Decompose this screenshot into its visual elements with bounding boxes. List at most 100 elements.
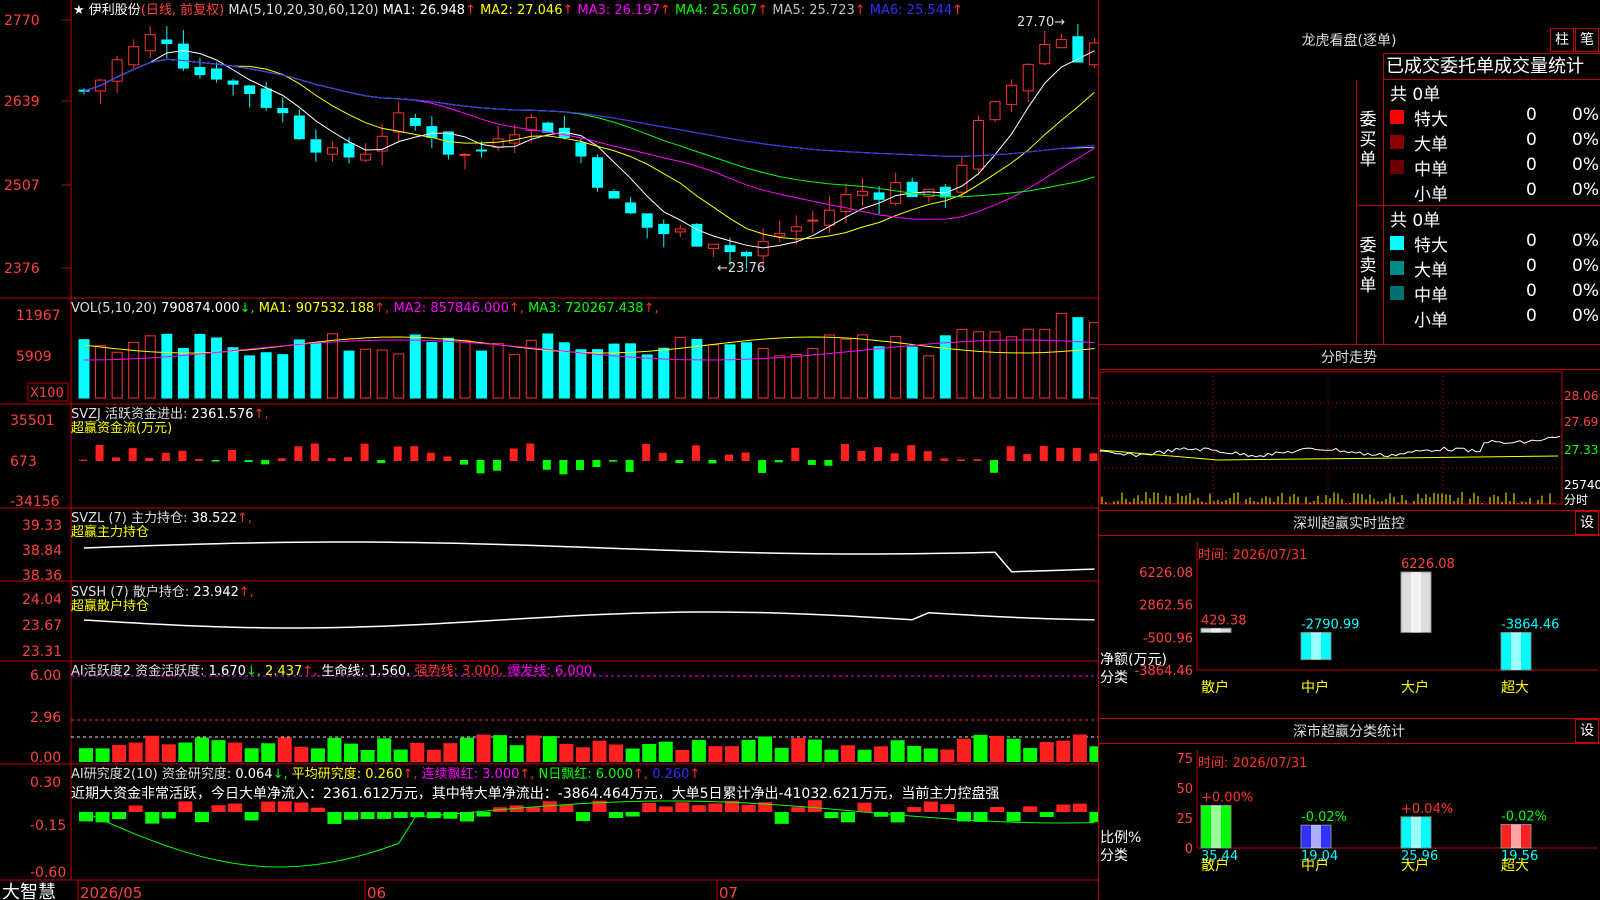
- ai1-bar: [244, 748, 259, 762]
- svzj-bar: [824, 460, 833, 466]
- lhb-row: 中单 0 0%: [1390, 155, 1600, 180]
- low-marker: ←23.76: [717, 261, 765, 276]
- category-bar-shine: [1511, 632, 1521, 670]
- price-axis-label: 2507: [4, 178, 40, 194]
- ai2-bar: [1006, 812, 1021, 822]
- ai2-bar: [1023, 806, 1038, 812]
- bar-label: +0.04%: [1401, 802, 1453, 817]
- svzj-bar: [393, 446, 402, 461]
- ai2-bar: [194, 812, 209, 823]
- candle-body: [674, 228, 686, 233]
- svzl-line: [83, 541, 1095, 573]
- ai1-bar: [493, 735, 508, 762]
- ai1-bar: [973, 734, 988, 762]
- candle-body: [128, 46, 140, 66]
- lhb-value: 0: [1526, 105, 1537, 125]
- vol-bar: [426, 342, 438, 399]
- ai2-bar: [128, 805, 143, 812]
- svzl-sub: 超赢主力持仓: [71, 524, 149, 540]
- candle-body: [575, 142, 587, 157]
- sz-class-settings-button[interactable]: 设: [1575, 719, 1599, 743]
- svzj-bar: [178, 450, 187, 461]
- ai2-bar: [774, 812, 789, 824]
- category-label: 中户: [1301, 857, 1329, 874]
- ai2-bar: [840, 812, 855, 823]
- vol-bar: [442, 337, 454, 399]
- chart-xlabel: 分类: [1100, 670, 1128, 686]
- ai2-bar: [807, 800, 822, 812]
- bar-label: -2790.99: [1301, 617, 1359, 632]
- svzj-bar: [923, 451, 932, 461]
- bar-label: -3864.46: [1501, 617, 1559, 632]
- chart-axis-label: 75: [1176, 752, 1193, 767]
- category-bar-shine: [1311, 825, 1321, 848]
- svzj-bar: [857, 450, 866, 461]
- lhb-name: 特大: [1414, 236, 1448, 256]
- category-bar-shine: [1511, 824, 1521, 848]
- candle-body: [111, 59, 123, 82]
- lhb-table: 委买单共 0单 特大 0 0% 大单 0 0% 中单 0 0% 小单 0 0% 委卖单共 0单 特大 0 0% 大…: [1356, 79, 1600, 345]
- ai2-bar: [211, 805, 226, 812]
- svzj-bar: [675, 460, 684, 463]
- svzj-bar: [194, 459, 203, 461]
- vol-bar: [409, 334, 421, 399]
- svzj-bar: [112, 457, 121, 461]
- price-axis-label: 2770: [4, 13, 40, 29]
- ai1-bar: [294, 746, 309, 762]
- bar-label: 429.38: [1201, 613, 1247, 628]
- svzj-bar: [807, 460, 816, 465]
- bar-label: +0.00%: [1201, 790, 1253, 805]
- lhb-row: 中单 0 0%: [1390, 281, 1600, 306]
- ai2-summary: 近期大资金非常活跃，今日大单净流入：2361.612万元，其中特大单净流出：-3…: [71, 785, 999, 802]
- ai1-bar: [310, 748, 325, 762]
- ai1-bar: [890, 740, 905, 762]
- ai2-bar: [1072, 803, 1087, 812]
- candle-body: [194, 66, 206, 76]
- ai2-bar: [95, 812, 110, 823]
- ma-header: ★ 伊利股份(日线, 前复权) MA(5,10,20,30,60,120) MA…: [73, 2, 963, 18]
- lhb-pct: 0%: [1572, 105, 1599, 125]
- candle-body: [376, 135, 388, 152]
- category-bar-shine: [1411, 816, 1421, 848]
- bar-mode-button[interactable]: 柱: [1550, 28, 1574, 52]
- ai1-bar: [228, 742, 243, 762]
- tick-mode-button[interactable]: 笔: [1575, 28, 1599, 52]
- lhb-name: 中单: [1414, 160, 1448, 180]
- lhb-name: 大单: [1414, 135, 1448, 155]
- svzj-bar: [658, 452, 667, 461]
- vol-bar: [326, 333, 338, 399]
- vol-bar: [260, 352, 272, 399]
- ai2-bar: [609, 812, 624, 818]
- svzj-bar: [377, 460, 386, 464]
- ai2-bar: [890, 812, 905, 823]
- svzj-bar: [609, 460, 618, 462]
- ai1-bar: [990, 735, 1005, 762]
- main-chart-area[interactable]: ★ 伊利股份(日线, 前复权) MA(5,10,20,30,60,120) MA…: [0, 0, 1098, 900]
- vol-bar: [376, 349, 388, 399]
- ai2-bar: [327, 812, 342, 824]
- svzj-axis: 673: [10, 454, 37, 470]
- vol-bar: [707, 344, 719, 399]
- candle-body: [542, 122, 554, 133]
- chart-axis-label: 25: [1176, 812, 1193, 827]
- chart-ylabel: 净额(万元): [1100, 652, 1167, 668]
- ai2-bar: [1056, 804, 1071, 812]
- sz-monitor-settings-button[interactable]: 设: [1575, 511, 1599, 535]
- ai2-bar: [476, 812, 491, 817]
- svzj-bar: [310, 443, 319, 461]
- ai1-axis: 6.00: [30, 668, 61, 684]
- vol-bar: [343, 350, 355, 399]
- svzj-bar: [327, 458, 336, 461]
- svzj-bar: [410, 446, 419, 461]
- ai1-bar: [360, 749, 375, 762]
- ai2-bar: [344, 812, 359, 820]
- candle-body: [972, 120, 984, 170]
- svsh-axis: 24.04: [22, 592, 62, 608]
- intraday-chart[interactable]: 28.06 27.69 27.33 25740分时: [1098, 370, 1600, 510]
- vol-bar: [972, 331, 984, 399]
- vol-bar: [393, 353, 405, 399]
- lhb-pct: 0%: [1572, 306, 1599, 326]
- ai2-bar: [1089, 812, 1098, 823]
- category-bar-shine: [1211, 805, 1221, 848]
- ai2-bar: [675, 802, 690, 812]
